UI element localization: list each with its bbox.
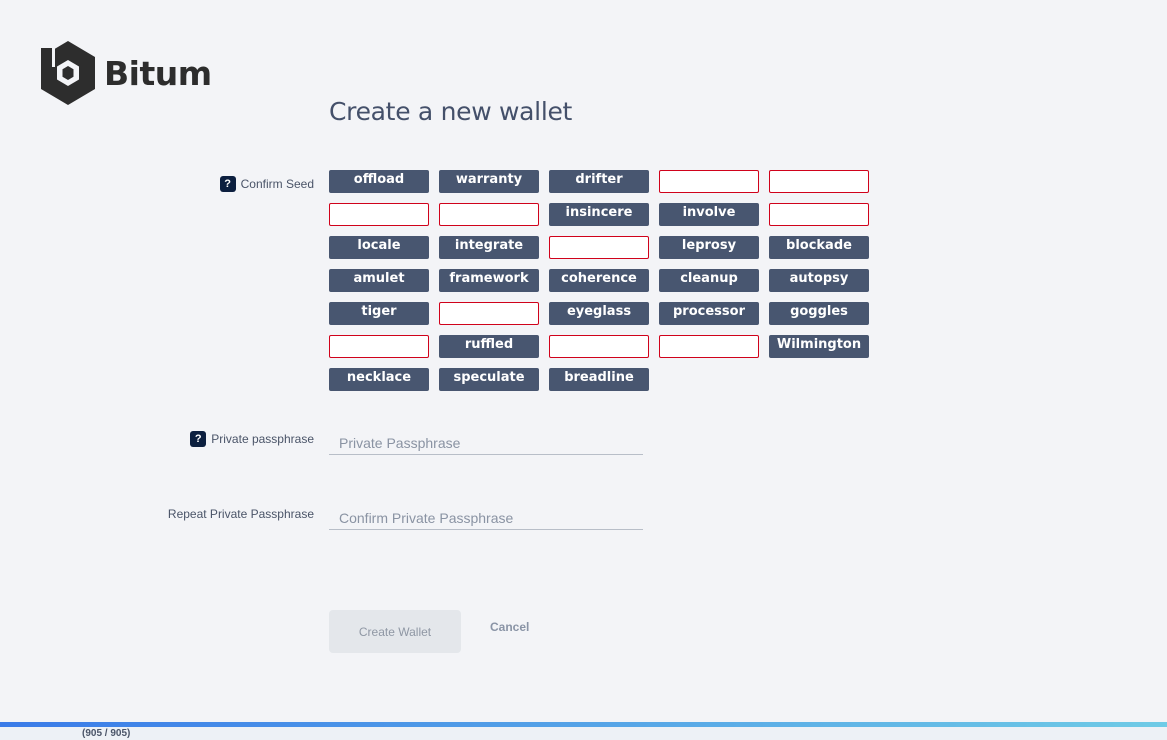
- seed-word-button[interactable]: breadline: [549, 368, 649, 391]
- progress-count: (905 / 905): [82, 728, 131, 739]
- seed-word-input[interactable]: [549, 335, 649, 358]
- seed-word-button[interactable]: Wilmington: [769, 335, 869, 358]
- private-passphrase-input[interactable]: [329, 431, 643, 455]
- seed-word-button[interactable]: necklace: [329, 368, 429, 391]
- seed-word-input[interactable]: [659, 335, 759, 358]
- seed-word-button[interactable]: tiger: [329, 302, 429, 325]
- seed-word-input[interactable]: [329, 335, 429, 358]
- seed-word-button[interactable]: processor: [659, 302, 759, 325]
- seed-word-button[interactable]: warranty: [439, 170, 539, 193]
- private-passphrase-label-text: Private passphrase: [211, 432, 314, 446]
- private-passphrase-label: ? Private passphrase: [150, 431, 314, 447]
- bitum-logo-icon: [41, 41, 95, 105]
- seed-word-button[interactable]: coherence: [549, 269, 649, 292]
- cancel-button[interactable]: Cancel: [490, 620, 529, 634]
- seed-word-button[interactable]: drifter: [549, 170, 649, 193]
- seed-word-button[interactable]: involve: [659, 203, 759, 226]
- seed-word-input[interactable]: [769, 170, 869, 193]
- seed-word-button[interactable]: goggles: [769, 302, 869, 325]
- page-title: Create a new wallet: [329, 97, 573, 126]
- seed-word-button[interactable]: speculate: [439, 368, 539, 391]
- seed-word-button[interactable]: integrate: [439, 236, 539, 259]
- seed-word-input[interactable]: [329, 203, 429, 226]
- help-icon[interactable]: ?: [219, 176, 236, 192]
- seed-word-input[interactable]: [659, 170, 759, 193]
- confirm-seed-label-text: Confirm Seed: [240, 177, 314, 191]
- create-wallet-button[interactable]: Create Wallet: [329, 610, 461, 653]
- seed-word-button[interactable]: framework: [439, 269, 539, 292]
- seed-word-button[interactable]: amulet: [329, 269, 429, 292]
- repeat-passphrase-label: Repeat Private Passphrase: [120, 507, 314, 521]
- seed-word-button[interactable]: cleanup: [659, 269, 759, 292]
- repeat-passphrase-input[interactable]: [329, 506, 643, 530]
- seed-word-input[interactable]: [549, 236, 649, 259]
- seed-word-button[interactable]: locale: [329, 236, 429, 259]
- seed-word-button[interactable]: ruffled: [439, 335, 539, 358]
- seed-word-input[interactable]: [769, 203, 869, 226]
- seed-word-button[interactable]: leprosy: [659, 236, 759, 259]
- seed-word-button[interactable]: blockade: [769, 236, 869, 259]
- app-logo: Bitum: [38, 40, 212, 106]
- seed-word-input[interactable]: [439, 302, 539, 325]
- seed-word-button[interactable]: offload: [329, 170, 429, 193]
- status-strip: [0, 727, 1167, 740]
- logo-text: Bitum: [104, 53, 212, 93]
- seed-word-input[interactable]: [439, 203, 539, 226]
- seed-word-grid: offload warranty drifter insincere involve lo…: [329, 170, 869, 391]
- seed-word-button[interactable]: autopsy: [769, 269, 869, 292]
- repeat-passphrase-label-text: Repeat Private Passphrase: [167, 507, 314, 521]
- help-icon[interactable]: ?: [190, 431, 207, 447]
- seed-word-button[interactable]: insincere: [549, 203, 649, 226]
- confirm-seed-label: ? Confirm Seed: [150, 176, 314, 192]
- seed-word-button[interactable]: eyeglass: [549, 302, 649, 325]
